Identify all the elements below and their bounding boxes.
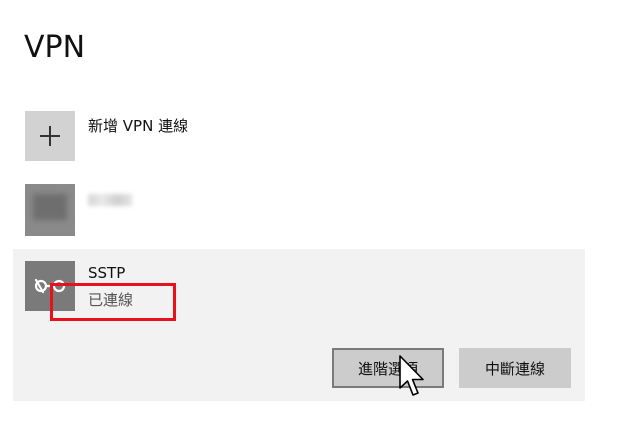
plus-icon <box>40 126 60 146</box>
add-tile <box>25 111 75 161</box>
advanced-options-button[interactable]: 進階選項 <box>332 348 444 388</box>
add-vpn-connection-button[interactable]: 新增 VPN 連線 <box>25 111 585 161</box>
obscured-connection-name <box>88 194 132 206</box>
connection-name: SSTP <box>88 264 126 282</box>
highlight-annotation-box <box>50 283 176 321</box>
page-title: VPN <box>24 30 86 65</box>
vpn-connection-item-obscured[interactable] <box>25 184 585 236</box>
vpn-network-icon <box>25 184 75 236</box>
add-vpn-connection-label: 新增 VPN 連線 <box>88 117 189 135</box>
disconnect-button[interactable]: 中斷連線 <box>459 348 571 388</box>
